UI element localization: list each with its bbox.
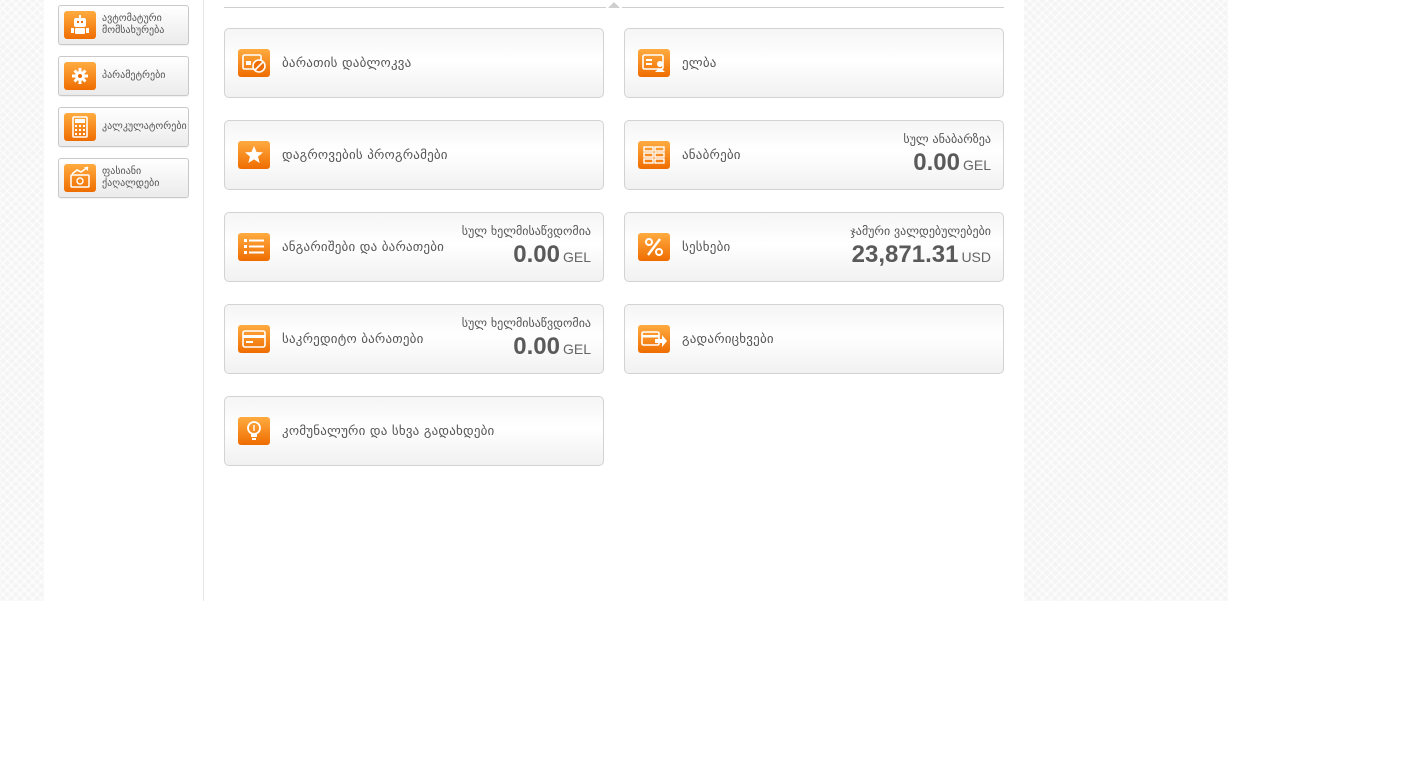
- tile-transfers[interactable]: გადარიცხვები: [624, 304, 1004, 374]
- tile-title: ანაბრები: [682, 147, 741, 163]
- tile-elba[interactable]: ელბა: [624, 28, 1004, 98]
- sidebar-item-calculators[interactable]: კალკულატორები: [58, 107, 189, 147]
- card-block-icon: [238, 49, 270, 77]
- deposits-icon: [638, 141, 670, 169]
- robot-icon: [64, 11, 96, 39]
- tile-title: ელბა: [682, 55, 717, 71]
- balance-info: სულ ხელმისაწვდომია 0.00 GEL: [462, 224, 591, 270]
- tile-title: სესხები: [682, 239, 731, 255]
- balance-caption: სულ ანაბარზეა: [903, 132, 991, 146]
- balance-info: სულ ხელმისაწვდომია 0.00 GEL: [462, 316, 591, 362]
- balance-info: ჯამური ვალდებულებები 23,871.31 USD: [850, 224, 991, 270]
- sidebar-item-automatic-service[interactable]: ავტომატური მომსახურება: [58, 5, 189, 45]
- tile-card-block[interactable]: ბარათის დაბლოკვა: [224, 28, 604, 98]
- securities-chart-icon: [64, 164, 96, 192]
- tile-deposits[interactable]: ანაბრები სულ ანაბარზეა 0.00 GEL: [624, 120, 1004, 190]
- gear-icon: [64, 62, 96, 90]
- sidebar-item-securities[interactable]: ფასიანი ქაღალდები: [58, 158, 189, 198]
- percent-icon: [638, 233, 670, 261]
- divider: [622, 7, 1004, 8]
- tile-accounts-and-cards[interactable]: ანგარიშები და ბარათები სულ ხელმისაწვდომი…: [224, 212, 604, 282]
- sidebar-item-label: ავტომატური მომსახურება: [102, 13, 165, 36]
- tile-utilities[interactable]: კომუნალური და სხვა გადახდები: [224, 396, 604, 466]
- tile-title: ანგარიშები და ბარათები: [282, 239, 445, 255]
- balance-caption: ჯამური ვალდებულებები: [850, 224, 991, 238]
- balance-currency: USD: [961, 249, 991, 265]
- content-area: ავტომატური მომსახურება პარამეტრები კალკუ…: [44, 0, 1024, 601]
- balance-amount: 0.00: [513, 333, 560, 360]
- tile-title: ბარათის დაბლოკვა: [282, 55, 412, 71]
- main-panel: ბარათის დაბლოკვა ელბა დაგროვების პროგრამ…: [224, 0, 1004, 601]
- balance-amount: 0.00: [513, 241, 560, 268]
- balance-currency: GEL: [962, 157, 991, 173]
- balance-amount: 0.00: [913, 149, 960, 176]
- elba-icon: [638, 49, 670, 77]
- balance-currency: GEL: [562, 249, 591, 265]
- sidebar-item-parameters[interactable]: პარამეტრები: [58, 56, 189, 96]
- tile-rewards[interactable]: დაგროვების პროგრამები: [224, 120, 604, 190]
- sidebar-item-label: ფასიანი ქაღალდები: [102, 166, 160, 189]
- credit-card-icon: [238, 325, 270, 353]
- sidebar-item-label: კალკულატორები: [102, 121, 187, 132]
- list-icon: [238, 233, 270, 261]
- tile-title: კომუნალური და სხვა გადახდები: [282, 423, 495, 439]
- tile-loans[interactable]: სესხები ჯამური ვალდებულებები 23,871.31 US…: [624, 212, 1004, 282]
- balance-amount: 23,871.31: [851, 241, 959, 268]
- sidebar-item-label: პარამეტრები: [102, 70, 166, 81]
- tile-title: გადარიცხვები: [682, 331, 774, 347]
- tile-title: დაგროვების პროგრამები: [282, 147, 448, 163]
- star-icon: [238, 141, 270, 169]
- tile-title: საკრედიტო ბარათები: [282, 331, 424, 347]
- balance-caption: სულ ხელმისაწვდომია: [461, 316, 591, 330]
- divider: [224, 7, 606, 8]
- balance-info: სულ ანაბარზეა 0.00 GEL: [903, 132, 991, 178]
- caret-up-icon: [608, 2, 620, 8]
- balance-caption: სულ ხელმისაწვდომია: [461, 224, 591, 238]
- tile-credit-cards[interactable]: საკრედიტო ბარათები სულ ხელმისაწვდომია 0.…: [224, 304, 604, 374]
- sidebar: ავტომატური მომსახურება პარამეტრები კალკუ…: [44, 0, 204, 601]
- transfer-icon: [638, 325, 670, 353]
- balance-currency: GEL: [562, 341, 591, 357]
- calculator-icon: [64, 113, 96, 141]
- lightbulb-icon: [238, 417, 270, 445]
